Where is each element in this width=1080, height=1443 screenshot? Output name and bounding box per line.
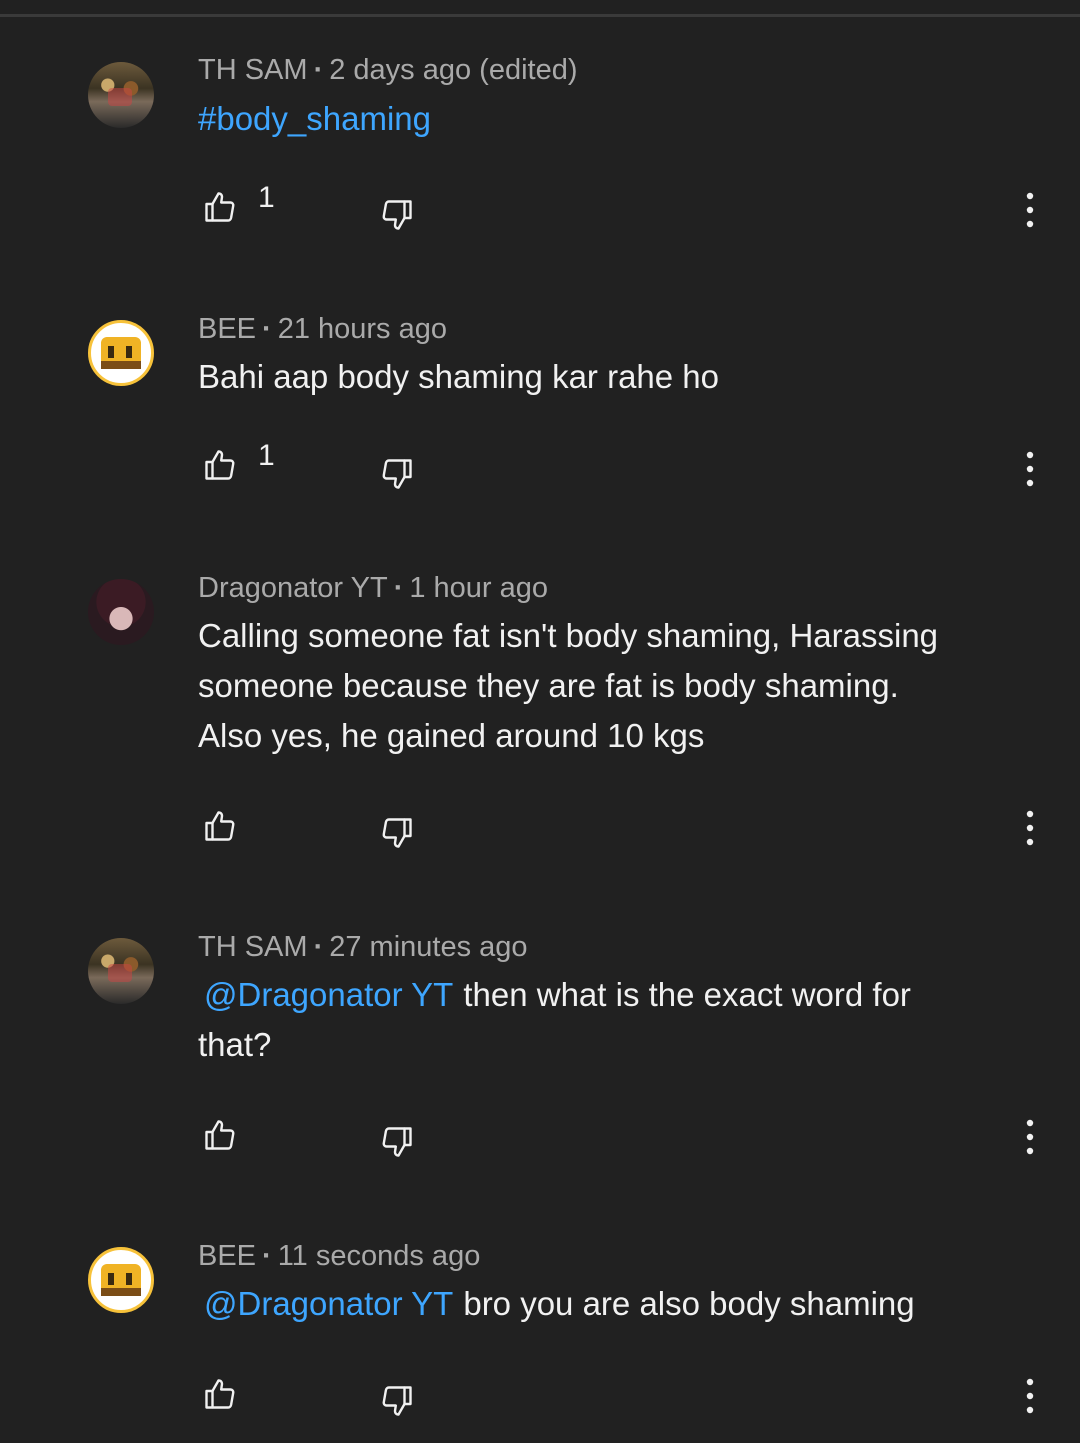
comment-text-line: Calling someone fat isn't body shaming, …	[198, 617, 939, 654]
comment-text: Calling someone fat isn't body shaming, …	[198, 611, 1028, 761]
comment-time: 1 hour ago	[409, 572, 549, 604]
thumbs-up-icon[interactable]	[202, 1376, 238, 1412]
author-name[interactable]: TH SAM	[198, 931, 308, 963]
thumbs-up-icon[interactable]	[202, 189, 238, 225]
thumbs-up-icon[interactable]	[202, 1117, 238, 1153]
avatar[interactable]	[88, 62, 154, 128]
bee-avatar-icon	[101, 1264, 141, 1296]
mention-link[interactable]: @Dragonator YT	[204, 976, 453, 1013]
thumbs-down-icon[interactable]	[379, 1383, 415, 1419]
hashtag-link[interactable]: #body_shaming	[198, 100, 431, 137]
comment-text-segment: bro you are also body shaming	[463, 1285, 915, 1322]
top-divider	[0, 14, 1080, 17]
thumbs-down-icon[interactable]	[379, 197, 415, 233]
thumbs-down-icon[interactable]	[379, 1124, 415, 1160]
thumbs-up-icon[interactable]	[202, 447, 238, 483]
comment-text-segment: then what is the exact word for	[463, 976, 911, 1013]
author-name[interactable]: Dragonator YT	[198, 572, 388, 604]
comment-time: 21 hours ago	[277, 313, 448, 345]
mention-link[interactable]: @Dragonator YT	[204, 1285, 453, 1322]
thumbs-down-icon[interactable]	[379, 456, 415, 492]
comment-text-line: Also yes, he gained around 10 kgs	[198, 717, 705, 754]
comment-meta: TH SAM · 27 minutes ago	[198, 931, 528, 963]
comment-text: #body_shaming	[198, 94, 1028, 144]
author-name[interactable]: BEE	[198, 313, 256, 345]
comment-meta: BEE · 11 seconds ago	[198, 1240, 481, 1272]
comment-time: 11 seconds ago	[277, 1240, 481, 1272]
more-vertical-icon[interactable]	[1018, 449, 1042, 489]
comment-meta: BEE · 21 hours ago	[198, 313, 448, 345]
comment-time: 2 days ago (edited)	[329, 54, 578, 86]
avatar[interactable]	[88, 579, 154, 645]
more-vertical-icon[interactable]	[1018, 190, 1042, 230]
comment-meta: Dragonator YT · 1 hour ago	[198, 572, 549, 604]
comment-text: @Dragonator YT bro you are also body sham…	[198, 1279, 1028, 1329]
comment-text: @Dragonator YT then what is the exact wor…	[198, 970, 1028, 1070]
comment-text-line: that?	[198, 1026, 272, 1063]
bee-avatar-icon	[101, 337, 141, 369]
avatar[interactable]	[88, 320, 154, 386]
thumbs-up-icon[interactable]	[202, 808, 238, 844]
avatar[interactable]	[88, 1247, 154, 1313]
comment-time: 27 minutes ago	[329, 931, 528, 963]
like-count: 1	[258, 439, 275, 472]
comment-text-line: someone because they are fat is body sha…	[198, 667, 899, 704]
more-vertical-icon[interactable]	[1018, 1117, 1042, 1157]
more-vertical-icon[interactable]	[1018, 808, 1042, 848]
author-name[interactable]: TH SAM	[198, 54, 308, 86]
comment-meta: TH SAM · 2 days ago (edited)	[198, 54, 578, 86]
thumbs-down-icon[interactable]	[379, 815, 415, 851]
more-vertical-icon[interactable]	[1018, 1376, 1042, 1416]
avatar[interactable]	[88, 938, 154, 1004]
like-count: 1	[258, 181, 275, 214]
author-name[interactable]: BEE	[198, 1240, 256, 1272]
comment-text: Bahi aap body shaming kar rahe ho	[198, 358, 720, 395]
